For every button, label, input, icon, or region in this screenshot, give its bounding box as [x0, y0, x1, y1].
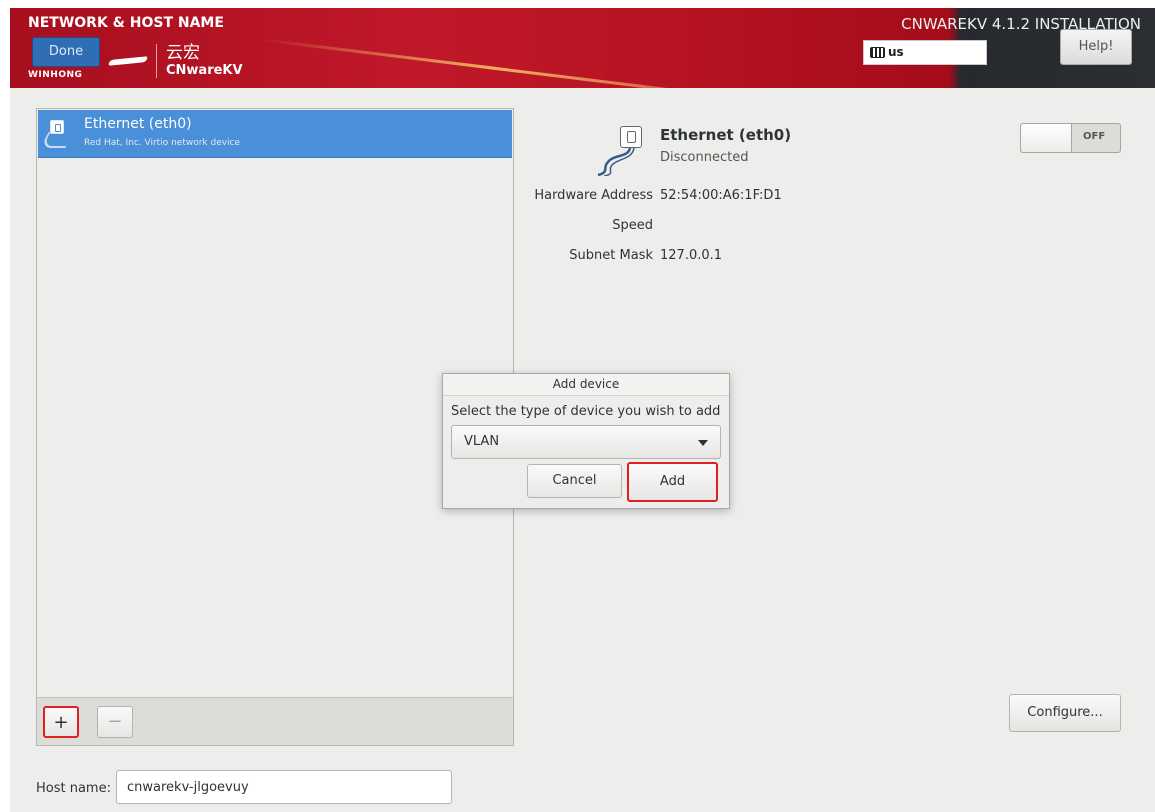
keyboard-layout-label: us	[888, 45, 904, 59]
logo-english: CNwareKV	[166, 63, 243, 78]
toggle-state-label: OFF	[1083, 131, 1106, 142]
help-button[interactable]: Help!	[1060, 29, 1132, 65]
configure-button[interactable]: Configure...	[1009, 694, 1121, 732]
add-device-dialog: Add device Select the type of device you…	[442, 373, 730, 509]
logo-swoosh-icon	[107, 56, 149, 66]
device-detail-name: Ethernet (eth0)	[660, 126, 792, 144]
add-button[interactable]: Add	[627, 462, 718, 502]
hostname-label: Host name:	[36, 781, 111, 796]
add-device-button[interactable]: +	[43, 706, 79, 738]
logo-divider	[156, 44, 157, 78]
device-list-toolbar: + −	[37, 697, 513, 745]
toggle-knob	[1021, 124, 1072, 152]
device-on-off-toggle[interactable]: OFF	[1020, 123, 1121, 153]
done-button[interactable]: Done	[32, 37, 100, 67]
network-port-icon	[620, 126, 642, 148]
cable-icon	[39, 132, 75, 148]
chevron-down-icon	[698, 440, 708, 446]
dialog-title: Add device	[443, 374, 729, 396]
subnet-mask-value: 127.0.0.1	[660, 248, 723, 263]
cancel-button[interactable]: Cancel	[527, 464, 622, 498]
speed-label: Speed	[612, 218, 653, 233]
hardware-address-value: 52:54:00:A6:1F:D1	[660, 188, 782, 203]
device-description: Red Hat, Inc. Virtio network device	[84, 138, 241, 148]
device-type-value: VLAN	[464, 434, 500, 449]
logo-chinese: 云宏	[166, 43, 200, 63]
hostname-input[interactable]: cnwarekv-jlgoevuy	[116, 770, 452, 804]
keyboard-icon	[870, 47, 885, 58]
spoke-title: NETWORK & HOST NAME	[28, 15, 224, 31]
dialog-prompt: Select the type of device you wish to ad…	[451, 404, 721, 419]
device-type-select[interactable]: VLAN	[451, 425, 721, 459]
logo-subtext: WINHONG	[28, 70, 83, 80]
device-list-item[interactable]: Ethernet (eth0) Red Hat, Inc. Virtio net…	[38, 110, 512, 158]
subnet-mask-label: Subnet Mask	[569, 248, 653, 263]
remove-device-button[interactable]: −	[97, 706, 133, 738]
keyboard-layout-indicator[interactable]: us	[863, 40, 987, 65]
device-name: Ethernet (eth0)	[84, 116, 192, 132]
hardware-address-label: Hardware Address	[534, 188, 653, 203]
cable-icon	[597, 148, 635, 176]
device-status: Disconnected	[660, 150, 749, 165]
header-decoration	[259, 38, 727, 88]
